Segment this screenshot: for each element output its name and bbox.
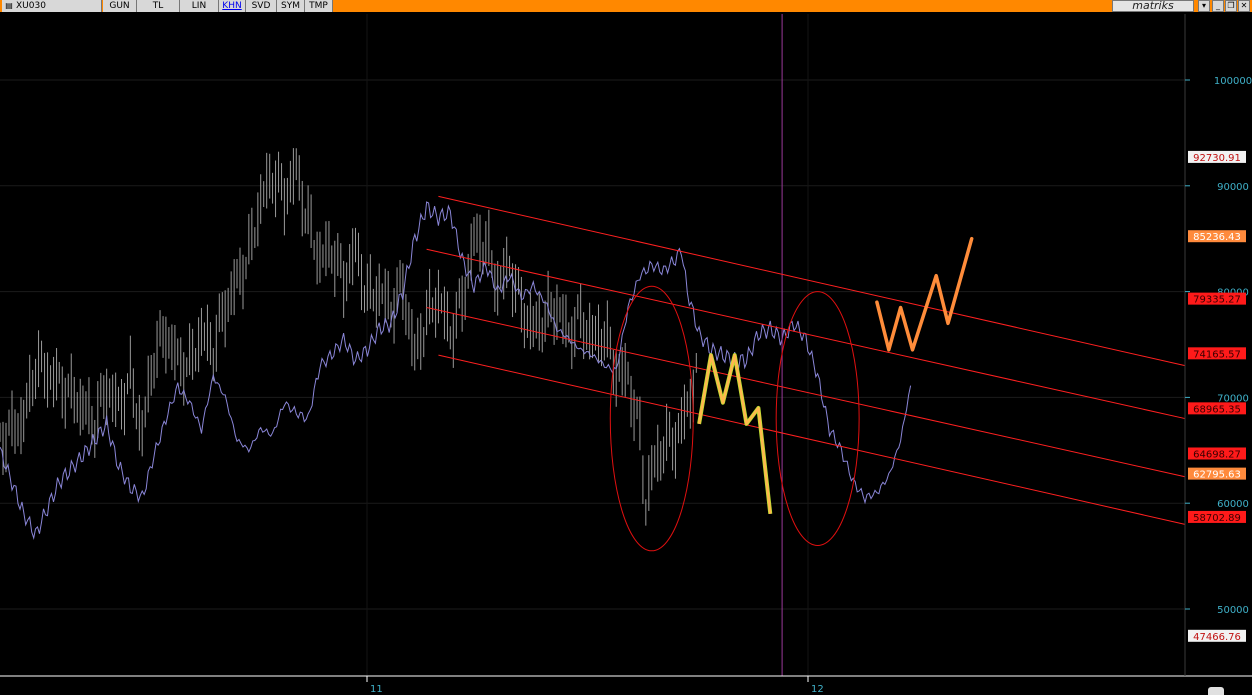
price-badge-label: 47466.76	[1193, 632, 1241, 643]
price-badge-label: 58702.89	[1193, 513, 1241, 524]
minimize-icon[interactable]: _	[1212, 0, 1224, 12]
volume-button-svd[interactable]: SVD	[246, 0, 277, 12]
y-tick-label: 60000	[1217, 499, 1249, 510]
y-tick-label: 50000	[1217, 605, 1249, 616]
price-badge-label: 68965.35	[1193, 404, 1241, 415]
price-badge-label: 92730.91	[1193, 153, 1241, 164]
price-badge-label: 64698.27	[1193, 449, 1241, 460]
scroll-corner-button[interactable]	[1208, 687, 1224, 695]
x-tick-label: 11	[370, 684, 383, 695]
restore-icon[interactable]: ❐	[1225, 0, 1237, 12]
close-icon[interactable]: ✕	[1238, 0, 1250, 12]
y-tick-label: 90000	[1217, 182, 1249, 193]
y-tick-label: 100000	[1214, 76, 1252, 87]
chart-titlebar: ▤ XU030 GUN TL LIN KHN SVD SYM TMP matrik…	[0, 0, 1252, 12]
menu-icon[interactable]: ▤	[2, 0, 16, 12]
scale-button-lin[interactable]: LIN	[180, 0, 219, 12]
price-badge-label: 62795.63	[1193, 470, 1241, 481]
price-chart[interactable]: 500006000070000800009000010000092730.918…	[0, 12, 1252, 695]
period-button-gun[interactable]: GUN	[103, 0, 137, 12]
price-badge-label: 79335.27	[1193, 295, 1241, 306]
price-badge-label: 85236.43	[1193, 232, 1241, 243]
x-tick-label: 12	[811, 684, 824, 695]
dropdown-icon[interactable]: ▾	[1198, 0, 1210, 12]
price-badge-label: 74165.57	[1193, 349, 1241, 360]
symbol-button-sym[interactable]: SYM	[277, 0, 305, 12]
brand-logo: matriks	[1112, 0, 1194, 12]
currency-button-tl[interactable]: TL	[137, 0, 180, 12]
chart-background	[0, 12, 1252, 695]
chart-type-button-khn[interactable]: KHN	[219, 0, 246, 12]
symbol-label: XU030	[16, 1, 46, 11]
symbol-selector[interactable]: ▤ XU030	[2, 0, 102, 12]
template-button-tmp[interactable]: TMP	[305, 0, 333, 12]
